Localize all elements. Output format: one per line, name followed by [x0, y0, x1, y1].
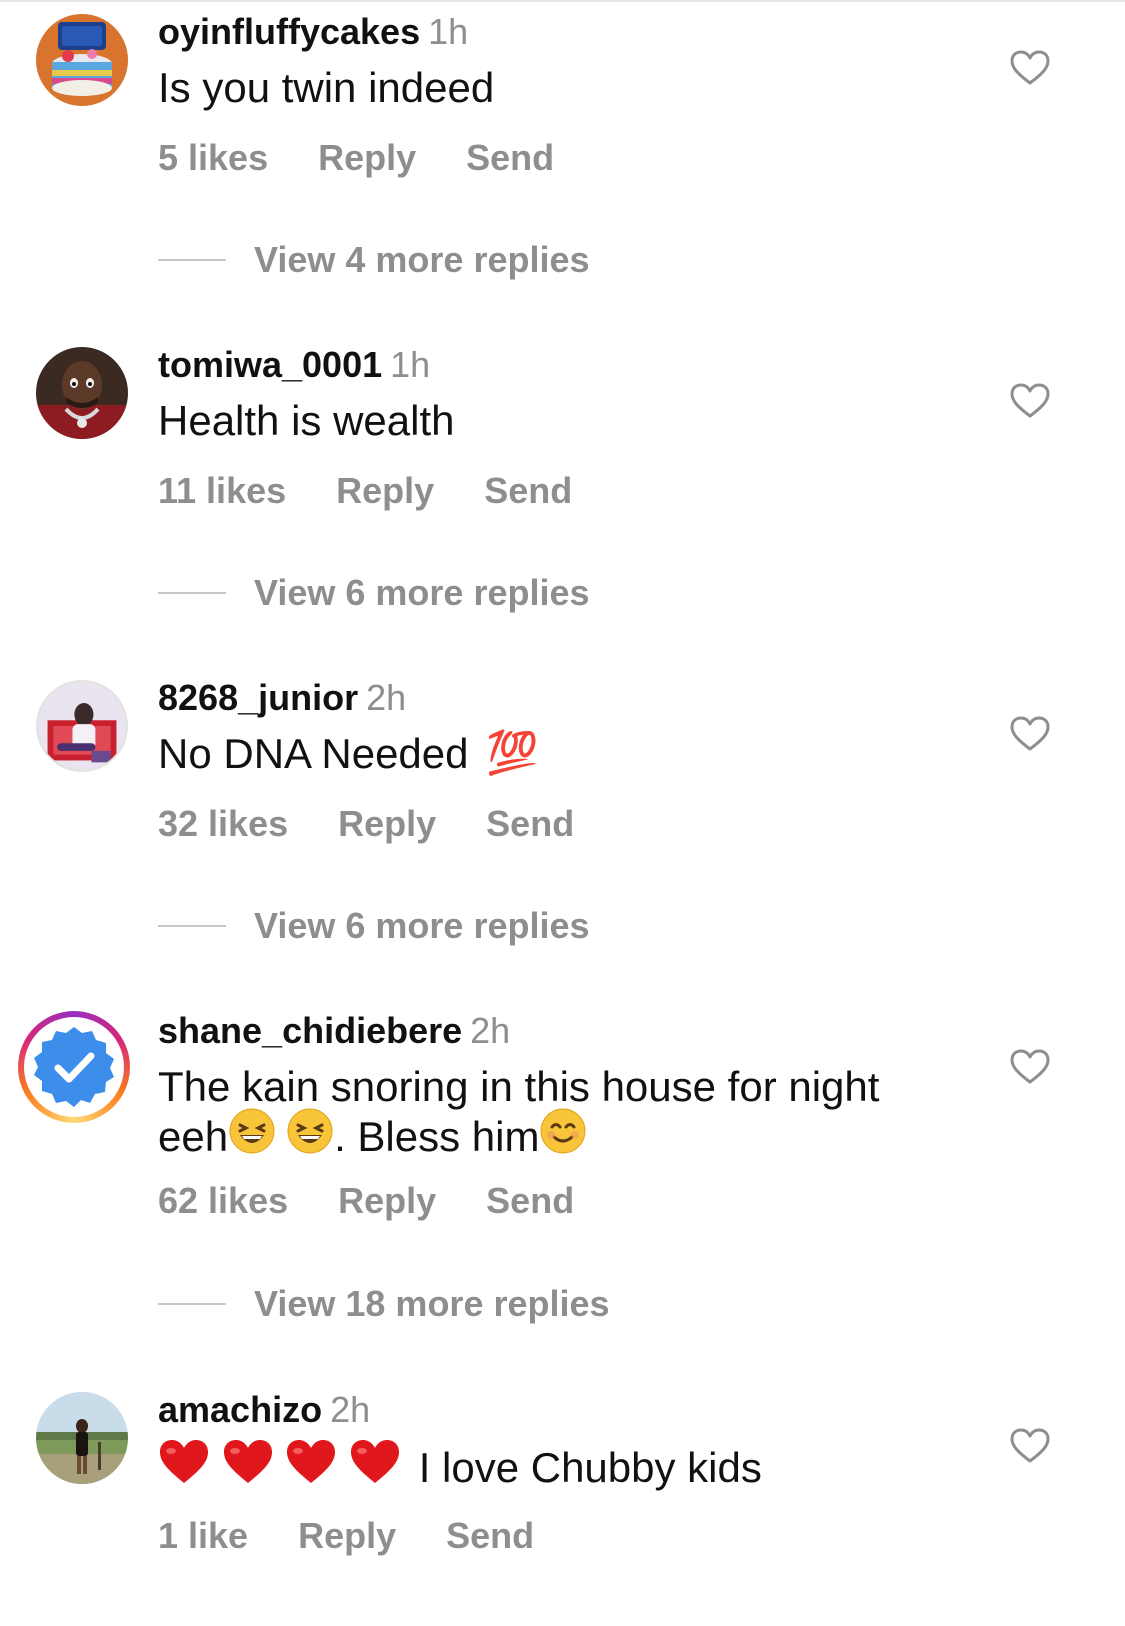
grinning-squinting-face-emoji	[286, 1107, 334, 1165]
divider-line	[158, 259, 226, 261]
comment-header: 8268_junior 2h	[158, 676, 406, 720]
comment-item: oyinfluffycakes 1h Is you twin indeed 5 l…	[0, 2, 1125, 182]
verified-check-icon	[34, 1027, 114, 1107]
username[interactable]: oyinfluffycakes	[158, 11, 420, 52]
likes-count[interactable]: 62 likes	[158, 1179, 288, 1223]
send-button[interactable]: Send	[466, 136, 554, 180]
avatar[interactable]	[36, 1392, 128, 1484]
comment-text-body: No DNA Needed	[158, 730, 469, 777]
username[interactable]: 8268_junior	[158, 677, 358, 718]
likes-count[interactable]: 1 like	[158, 1514, 248, 1558]
avatar[interactable]	[36, 347, 128, 439]
red-heart-emoji	[349, 1438, 401, 1496]
heart-outline-icon[interactable]	[1010, 50, 1050, 86]
avatar[interactable]	[36, 680, 128, 772]
comment-text-line: The kain snoring in this house for night	[158, 1063, 880, 1110]
timestamp: 1h	[428, 11, 469, 52]
view-more-replies-button[interactable]: View 18 more replies	[158, 1282, 610, 1326]
comment-item: amachizo 2h I love Chubby kids 1 like Rep…	[0, 1380, 1125, 1560]
comment-text-body: I love Chubby kids	[418, 1444, 762, 1492]
send-button[interactable]: Send	[484, 469, 572, 513]
likes-count[interactable]: 11 likes	[158, 469, 286, 513]
send-button[interactable]: Send	[446, 1514, 534, 1558]
view-more-replies-button[interactable]: View 6 more replies	[158, 571, 590, 615]
photo-avatar-image	[38, 682, 126, 770]
reply-button[interactable]: Reply	[338, 802, 436, 846]
red-heart-emoji	[158, 1438, 210, 1496]
hundred-points-emoji: 💯	[486, 728, 539, 776]
username[interactable]: shane_chidiebere	[158, 1010, 462, 1051]
divider-line	[158, 925, 226, 927]
timestamp: 2h	[470, 1010, 511, 1051]
divider-line	[158, 1303, 226, 1305]
comments-list: oyinfluffycakes 1h Is you twin indeed 5 l…	[0, 0, 1125, 1626]
timestamp: 1h	[390, 344, 431, 385]
comment-text: Is you twin indeed	[158, 64, 495, 111]
comment-actions: 1 like Reply Send	[158, 1514, 584, 1558]
reply-button[interactable]: Reply	[336, 469, 434, 513]
comment-text: I love Chubby kids	[158, 1440, 938, 1500]
comment-header: shane_chidiebere 2h	[158, 1009, 510, 1053]
divider-line	[158, 592, 226, 594]
comment-text: No DNA Needed 💯	[158, 728, 938, 781]
photo-avatar-image	[36, 1392, 128, 1484]
cake-avatar-image	[36, 14, 128, 106]
timestamp: 2h	[366, 677, 407, 718]
heart-outline-icon[interactable]	[1010, 1049, 1050, 1085]
reply-button[interactable]: Reply	[298, 1514, 396, 1558]
avatar-inner	[24, 1017, 124, 1117]
comment-text: Health is wealth	[158, 397, 455, 444]
timestamp: 2h	[330, 1389, 371, 1430]
comment-actions: 5 likes Reply Send	[158, 136, 604, 180]
comment-item: tomiwa_0001 1h Health is wealth 11 likes …	[0, 335, 1125, 515]
send-button[interactable]: Send	[486, 1179, 574, 1223]
reply-button[interactable]: Reply	[338, 1179, 436, 1223]
comment-actions: 62 likes Reply Send	[158, 1179, 624, 1223]
comment-actions: 11 likes Reply Send	[158, 469, 622, 513]
comment-text-segment: . Bless him	[334, 1113, 540, 1161]
comment-text-segment: eeh	[158, 1113, 229, 1161]
view-more-replies-button[interactable]: View 6 more replies	[158, 904, 590, 948]
comment-item: 8268_junior 2h No DNA Needed 💯 32 likes R…	[0, 668, 1125, 848]
heart-outline-icon[interactable]	[1010, 716, 1050, 752]
send-button[interactable]: Send	[486, 802, 574, 846]
username[interactable]: tomiwa_0001	[158, 344, 382, 385]
reply-button[interactable]: Reply	[318, 136, 416, 180]
username[interactable]: amachizo	[158, 1389, 322, 1430]
comment-header: amachizo 2h	[158, 1388, 370, 1432]
comment-actions: 32 likes Reply Send	[158, 802, 624, 846]
view-more-replies-button[interactable]: View 4 more replies	[158, 238, 590, 282]
heart-outline-icon[interactable]	[1010, 383, 1050, 419]
cartoon-avatar-image	[36, 347, 128, 439]
smiling-face-emoji	[539, 1107, 587, 1165]
heart-outline-icon[interactable]	[1010, 1428, 1050, 1464]
likes-count[interactable]: 32 likes	[158, 802, 288, 846]
grinning-squinting-face-emoji	[228, 1107, 276, 1165]
comment-header: tomiwa_0001 1h	[158, 343, 430, 387]
comment-text-line: eeh . Bless him	[158, 1108, 958, 1169]
avatar-with-story-ring[interactable]	[18, 1011, 130, 1123]
comment-header: oyinfluffycakes 1h	[158, 10, 468, 54]
red-heart-emoji	[285, 1438, 337, 1496]
comment-item: shane_chidiebere 2h The kain snoring in t…	[0, 1001, 1125, 1231]
likes-count[interactable]: 5 likes	[158, 136, 268, 180]
view-replies-label: View 18 more replies	[254, 1283, 610, 1324]
view-replies-label: View 6 more replies	[254, 572, 590, 613]
red-heart-emoji	[222, 1438, 274, 1496]
avatar[interactable]	[36, 14, 128, 106]
view-replies-label: View 4 more replies	[254, 239, 590, 280]
view-replies-label: View 6 more replies	[254, 905, 590, 946]
comment-text: The kain snoring in this house for night…	[158, 1063, 958, 1169]
